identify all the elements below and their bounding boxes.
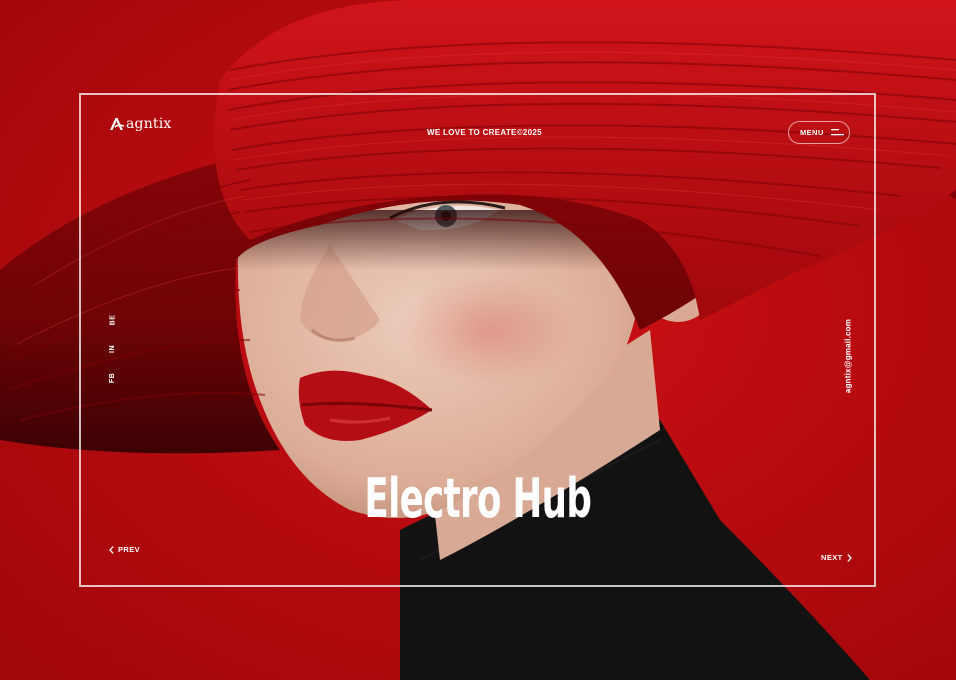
prev-button[interactable]: PREV — [109, 545, 140, 554]
contact-email[interactable]: agntix@gmail.com — [844, 319, 853, 393]
hamburger-icon — [830, 129, 844, 136]
hero-title-text: Electro Hub — [364, 467, 592, 530]
social-link-be[interactable]: BE — [109, 315, 117, 326]
chevron-right-icon — [846, 553, 852, 562]
next-button[interactable]: NEXT — [821, 553, 852, 562]
next-label: NEXT — [821, 553, 843, 562]
menu-label: MENU — [800, 128, 824, 137]
social-link-fb[interactable]: FB — [109, 373, 117, 383]
brand-logo[interactable]: agntix — [109, 116, 172, 132]
a-monogram-icon — [110, 118, 125, 130]
hero-title: Electro Hub — [0, 466, 956, 532]
menu-button[interactable]: MENU — [788, 121, 850, 144]
brand-name: agntix — [126, 116, 172, 132]
social-links: FB IN BE — [104, 315, 122, 384]
chevron-left-icon — [109, 545, 114, 554]
header-tagline: WE LOVE TO CREATE©2025 — [427, 128, 542, 137]
prev-label: PREV — [118, 545, 141, 554]
social-link-in[interactable]: IN — [109, 345, 117, 353]
